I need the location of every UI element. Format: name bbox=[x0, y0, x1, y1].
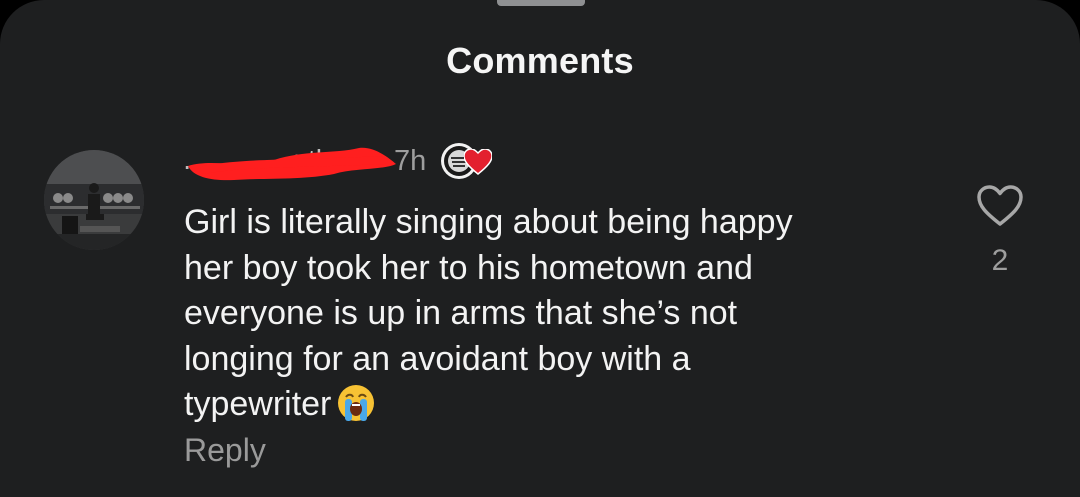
comment-meta: …………zth 7h bbox=[182, 140, 522, 184]
like-heart-icon[interactable] bbox=[976, 184, 1024, 228]
loudly-crying-face-icon bbox=[338, 385, 375, 421]
comment-line: everyone is up in arms that she’s not bbox=[184, 294, 738, 332]
avatar-photo bbox=[44, 150, 144, 250]
comment-text: Girl is literally singing about being ha… bbox=[184, 200, 944, 428]
sheet-title: Comments bbox=[446, 40, 634, 81]
reply-button[interactable]: Reply bbox=[184, 432, 266, 469]
comment-line: typewriter bbox=[184, 385, 332, 423]
redaction-scribble bbox=[188, 147, 396, 181]
like-count: 2 bbox=[991, 244, 1009, 277]
comment-timestamp: 7h bbox=[394, 145, 427, 177]
drag-handle[interactable] bbox=[497, 0, 585, 6]
creator-heart-icon bbox=[464, 149, 492, 175]
comments-sheet: Comments …………zth 7h Girl is literally si… bbox=[0, 0, 1080, 497]
comment-line: her boy took her to his hometown and bbox=[184, 248, 753, 287]
comment-line: Girl is literally singing about being ha… bbox=[184, 203, 793, 241]
avatar[interactable] bbox=[44, 150, 144, 250]
comment-line: longing for an avoidant boy with a bbox=[184, 339, 691, 378]
